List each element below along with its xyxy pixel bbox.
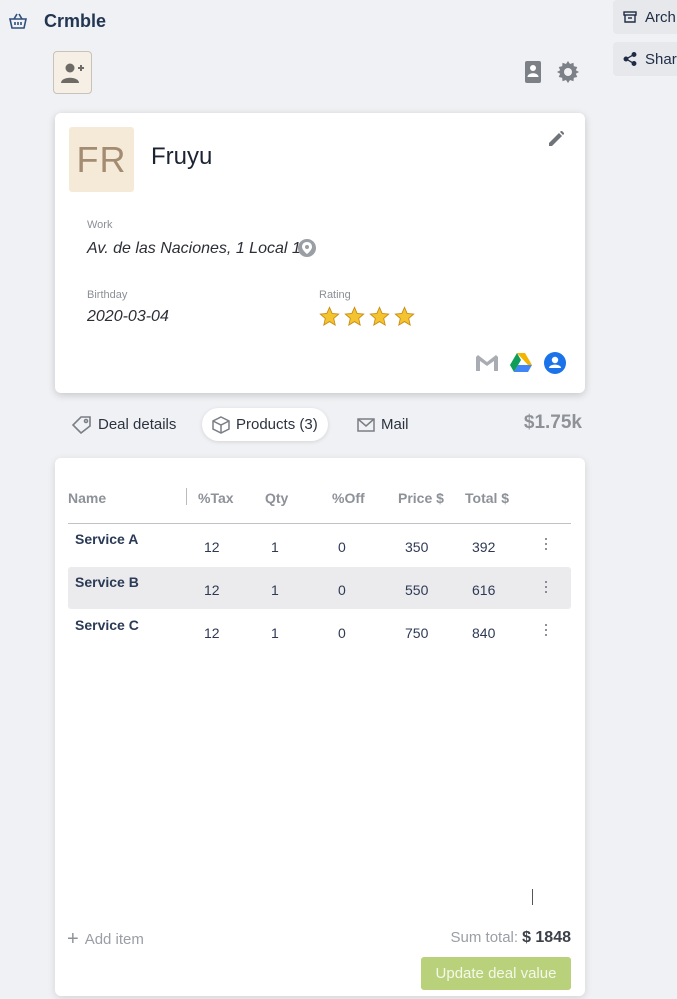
star-icon[interactable] bbox=[369, 306, 390, 327]
share-button[interactable]: Shar bbox=[613, 42, 677, 76]
cell-tax: 12 bbox=[204, 539, 220, 555]
add-item-label: Add item bbox=[84, 930, 144, 948]
contact-name: Fruyu bbox=[151, 143, 213, 170]
archive-label: Arch bbox=[645, 8, 676, 26]
settings-button[interactable] bbox=[556, 60, 580, 84]
add-contact-button[interactable] bbox=[53, 51, 92, 94]
cell-price: 550 bbox=[405, 582, 429, 598]
column-header-off[interactable]: %Off bbox=[332, 490, 365, 506]
tag-icon bbox=[72, 415, 91, 434]
archive-button[interactable]: Arch bbox=[613, 0, 677, 34]
edit-button[interactable] bbox=[548, 130, 565, 152]
tab-label: Products (3) bbox=[236, 416, 318, 433]
column-header-price[interactable]: Price $ bbox=[398, 490, 444, 506]
share-icon bbox=[623, 52, 637, 66]
row-menu-icon[interactable] bbox=[545, 581, 548, 595]
cell-name: Service B bbox=[75, 574, 139, 590]
plus-icon: + bbox=[67, 928, 79, 950]
column-header-qty[interactable]: Qty bbox=[265, 490, 288, 506]
tab-mail[interactable]: Mail bbox=[347, 408, 419, 441]
star-icon[interactable] bbox=[344, 306, 365, 327]
contact-card: FR Fruyu Work Av. de las Naciones, 1 Loc… bbox=[55, 113, 585, 393]
box-icon bbox=[212, 415, 230, 434]
gear-icon bbox=[557, 61, 579, 83]
cell-qty: 1 bbox=[271, 625, 279, 641]
deal-value: $1.75k bbox=[523, 412, 582, 433]
birthday-label: Birthday bbox=[87, 289, 128, 301]
archive-icon bbox=[623, 11, 637, 23]
tab-label: Mail bbox=[381, 416, 409, 433]
cell-price: 350 bbox=[405, 539, 429, 555]
gmail-button[interactable] bbox=[475, 351, 499, 375]
update-deal-value-button[interactable]: Update deal value bbox=[421, 957, 571, 990]
cell-qty: 1 bbox=[271, 539, 279, 555]
cell-price: 750 bbox=[405, 625, 429, 641]
tab-products[interactable]: Products (3) bbox=[202, 408, 328, 441]
star-icon[interactable] bbox=[394, 306, 415, 327]
work-label: Work bbox=[87, 219, 113, 231]
column-header-name[interactable]: Name bbox=[68, 490, 106, 506]
table-row[interactable]: Service A 12 1 0 350 392 bbox=[68, 524, 571, 566]
tab-deal-details[interactable]: Deal details bbox=[62, 408, 186, 441]
gmail-icon bbox=[476, 355, 498, 371]
pencil-icon bbox=[549, 130, 565, 146]
column-header-total[interactable]: Total $ bbox=[465, 490, 509, 506]
column-header-tax[interactable]: %Tax bbox=[198, 490, 234, 506]
contact-book-icon bbox=[525, 61, 541, 83]
contacts-button[interactable] bbox=[543, 351, 567, 375]
share-label: Shar bbox=[645, 50, 677, 68]
cell-tax: 12 bbox=[204, 625, 220, 641]
products-panel: Name %Tax Qty %Off Price $ Total $ Servi… bbox=[55, 458, 585, 996]
rating-label: Rating bbox=[319, 289, 351, 301]
cell-qty: 1 bbox=[271, 582, 279, 598]
map-pin-icon bbox=[302, 242, 312, 254]
cell-total: 616 bbox=[472, 582, 496, 598]
contact-book-button[interactable] bbox=[521, 60, 545, 84]
cell-off: 0 bbox=[338, 539, 346, 555]
app-title: Crmble bbox=[44, 11, 107, 31]
sum-total: Sum total: $ 1848 bbox=[451, 929, 571, 947]
work-address: Av. de las Naciones, 1 Local 1 bbox=[87, 240, 301, 257]
birthday-value: 2020-03-04 bbox=[87, 308, 169, 325]
cell-off: 0 bbox=[338, 582, 346, 598]
deal-tabs: Deal details Products (3) Mail $1.75k bbox=[62, 408, 582, 442]
avatar: FR bbox=[69, 127, 134, 192]
row-menu-icon[interactable] bbox=[545, 624, 548, 638]
star-icon[interactable] bbox=[319, 306, 340, 327]
table-row[interactable]: Service C 12 1 0 750 840 bbox=[68, 610, 571, 652]
cell-total: 840 bbox=[472, 625, 496, 641]
sum-total-value: $ 1848 bbox=[522, 929, 571, 946]
add-item-button[interactable]: + Add item bbox=[67, 929, 144, 949]
contacts-icon bbox=[544, 352, 566, 374]
cell-name: Service C bbox=[75, 617, 139, 633]
table-row[interactable]: Service B 12 1 0 550 616 bbox=[68, 567, 571, 609]
google-drive-icon bbox=[510, 353, 532, 372]
cell-tax: 12 bbox=[204, 582, 220, 598]
google-drive-button[interactable] bbox=[509, 351, 533, 375]
cell-name: Service A bbox=[75, 531, 139, 547]
top-bar: Crmble bbox=[0, 0, 600, 42]
row-menu-icon[interactable] bbox=[545, 538, 548, 552]
sum-total-label: Sum total: bbox=[450, 929, 519, 946]
rating-stars[interactable] bbox=[319, 306, 415, 327]
tab-label: Deal details bbox=[98, 416, 177, 433]
person-add-icon bbox=[60, 63, 84, 83]
column-resize-handle[interactable] bbox=[186, 488, 187, 505]
mail-icon bbox=[357, 417, 375, 432]
cell-off: 0 bbox=[338, 625, 346, 641]
basket-icon bbox=[9, 13, 27, 29]
cell-total: 392 bbox=[472, 539, 496, 555]
map-pin-button[interactable] bbox=[298, 239, 316, 257]
text-cursor bbox=[532, 889, 533, 905]
